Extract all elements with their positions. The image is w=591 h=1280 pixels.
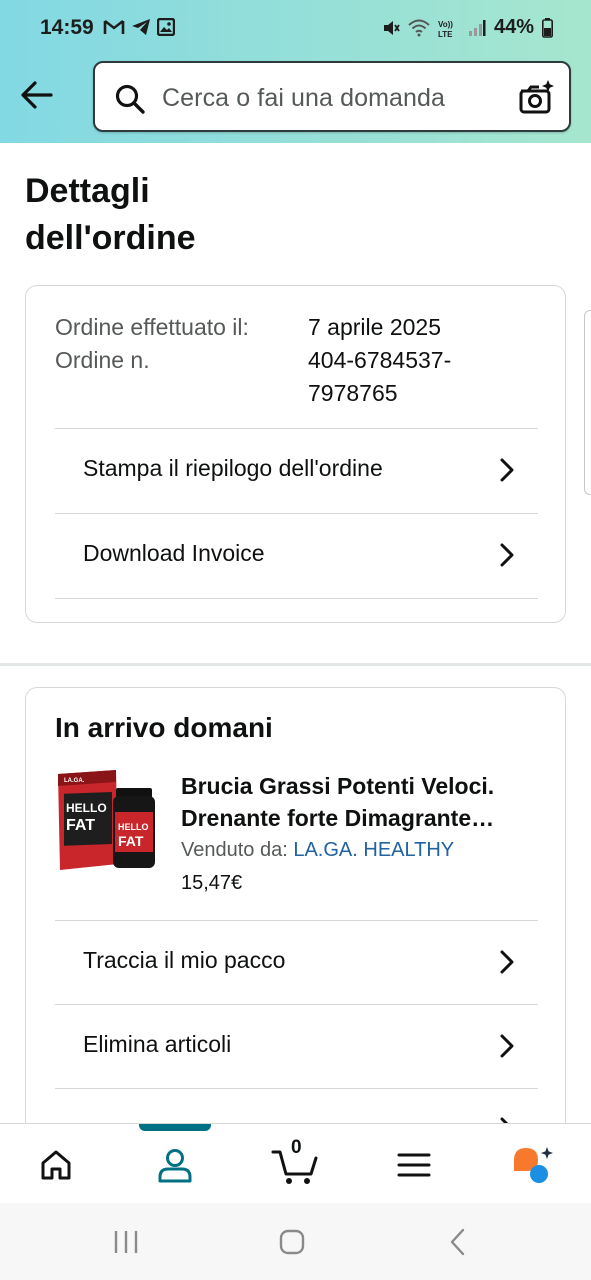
camera-search-icon[interactable] [517,79,555,117]
person-icon [158,1149,192,1183]
search-bar[interactable]: Cerca o fai una domanda [93,61,571,132]
product-image-line2: FAT [66,817,95,834]
product-brand: LA.GA. [64,778,85,784]
menu-icon [397,1153,431,1177]
order-date-value: 7 aprile 2025 [308,314,441,340]
home-square-icon [279,1229,305,1255]
print-summary-label: Stampa il riepilogo dell'ordine [83,455,383,481]
shipment-card: In arrivo domani LA.GA. HELLO FAT HELLO … [25,687,566,1147]
seller-link[interactable]: LA.GA. HEALTHY [293,839,454,861]
order-number-label: Ordine n. [55,347,150,373]
bottle-line2: FAT [118,833,144,849]
gmail-icon [103,18,125,36]
divider [55,598,538,599]
delete-items-row[interactable]: Elimina articoli [55,1004,538,1089]
section-divider [0,663,591,666]
home-icon [41,1150,71,1180]
recents-button[interactable] [106,1227,146,1257]
search-icon [115,84,145,114]
product-title-link[interactable]: Brucia Grassi Potenti Veloci. Drenante f… [181,770,541,834]
system-nav-bar [0,1203,591,1280]
telegram-icon [131,18,151,36]
download-invoice-row[interactable]: Download Invoice [55,513,538,598]
delete-items-label: Elimina articoli [83,1031,232,1057]
shipment-heading: In arrivo domani [55,712,273,743]
rufus-assistant-icon [514,1147,553,1183]
download-invoice-label: Download Invoice [83,540,265,566]
order-date-label: Ordine effettuato il: [55,314,249,340]
arrow-left-icon [21,81,53,109]
back-button[interactable] [18,76,56,114]
nav-menu[interactable] [390,1142,438,1188]
back-system-button[interactable] [438,1227,478,1257]
print-summary-row[interactable]: Stampa il riepilogo dell'ordine [55,428,538,513]
lte-icon: Vo)) LTE [438,18,460,38]
track-package-label: Traccia il mio pacco [83,947,286,973]
wifi-icon [408,19,430,37]
recents-icon [114,1231,138,1253]
nav-account[interactable] [151,1142,199,1188]
gallery-icon [157,18,175,36]
signal-icon [468,19,486,37]
header: 14:59 Vo)) LTE 44% Cerca o fai una doman… [0,0,591,143]
svg-text:LTE: LTE [438,30,453,38]
track-package-row[interactable]: Traccia il mio pacco [55,920,538,1005]
order-meta-values: 7 aprile 2025 404-6784537- 7978765 [308,311,508,410]
product-price: 15,47€ [181,872,243,894]
page-title: Dettagli dell'ordine [25,172,196,257]
scroll-handle[interactable] [584,310,591,495]
order-number-value: 404-6784537- 7978765 [308,347,452,406]
chevron-right-icon [500,950,514,974]
mute-icon [382,19,400,37]
cart-count: 0 [291,1137,302,1158]
chevron-left-icon [450,1228,465,1256]
search-input[interactable]: Cerca o fai una domanda [162,84,445,113]
status-time: 14:59 [40,16,94,39]
bottom-nav: 0 [0,1123,591,1203]
active-tab-indicator [139,1124,211,1131]
seller-prefix: Venduto da: [181,839,288,861]
order-meta-labels: Ordine effettuato il: Ordine n. [55,311,249,377]
status-bar: 14:59 Vo)) LTE 44% [0,0,591,58]
nav-rufus[interactable] [510,1142,558,1188]
nav-cart[interactable]: 0 [270,1137,320,1188]
battery-icon [542,17,553,38]
svg-text:Vo)): Vo)) [438,20,453,29]
product-seller: Venduto da: LA.GA. HEALTHY [181,839,454,862]
home-system-button[interactable] [272,1227,312,1257]
chevron-right-icon [500,1034,514,1058]
nav-home[interactable] [32,1142,80,1188]
order-info-card: Ordine effettuato il: Ordine n. 7 aprile… [25,285,566,623]
product-image-line1: HELLO [66,801,107,815]
chevron-right-icon [500,543,514,567]
chevron-right-icon [500,458,514,482]
bottle-line1: HELLO [118,822,149,832]
product-image[interactable]: LA.GA. HELLO FAT HELLO FAT [56,768,158,872]
battery-percent: 44% [493,16,534,38]
